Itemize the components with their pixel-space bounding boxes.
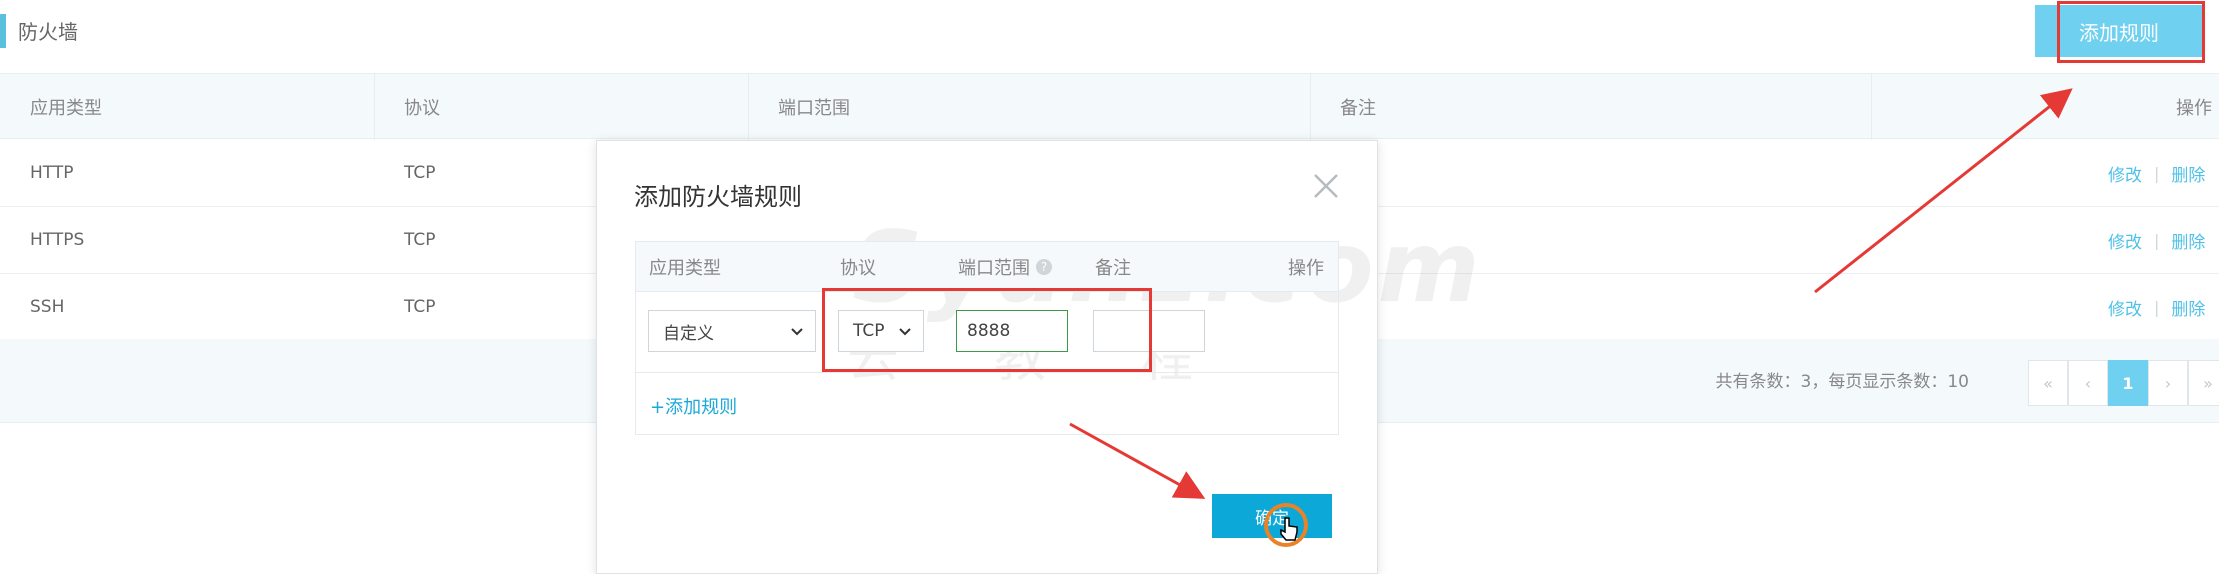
edit-link[interactable]: 修改 xyxy=(2108,228,2142,253)
cell-app-type: HTTPS xyxy=(30,230,85,250)
title-accent-bar xyxy=(0,14,6,48)
column-divider xyxy=(374,74,375,140)
form-header-protocol: 协议 xyxy=(840,258,876,279)
question-icon[interactable]: ? xyxy=(1036,259,1052,275)
delete-link[interactable]: 删除 xyxy=(2171,161,2205,186)
cell-protocol: TCP xyxy=(404,163,436,183)
cell-app-type: SSH xyxy=(30,297,65,317)
delete-link[interactable]: 删除 xyxy=(2171,295,2205,320)
pager-last-button[interactable]: » xyxy=(2188,360,2219,406)
column-header-port-range: 端口范围 xyxy=(778,98,850,119)
pager-next-button[interactable]: › xyxy=(2148,360,2188,406)
pager-first-button[interactable]: « xyxy=(2028,360,2068,406)
column-header-note: 备注 xyxy=(1340,98,1376,119)
pager-prev-button[interactable]: ‹ xyxy=(2068,360,2108,406)
pager-page-1[interactable]: 1 xyxy=(2108,360,2148,406)
confirm-button[interactable]: 确定 xyxy=(1212,494,1332,538)
chevron-down-icon xyxy=(789,323,805,344)
column-divider xyxy=(748,74,749,140)
annotation-box-form-fields xyxy=(822,288,1152,372)
edit-link[interactable]: 修改 xyxy=(2108,161,2142,186)
cell-app-type: HTTP xyxy=(30,163,74,183)
action-separator: | xyxy=(2154,230,2160,250)
form-header-actions: 操作 xyxy=(1288,258,1324,279)
table-header: 应用类型 协议 端口范围 备注 操作 xyxy=(0,73,2219,140)
cell-protocol: TCP xyxy=(404,297,436,317)
delete-link[interactable]: 删除 xyxy=(2171,228,2205,253)
form-header-app-type: 应用类型 xyxy=(649,258,721,279)
app-type-select[interactable]: 自定义 xyxy=(648,310,816,352)
add-rule-link[interactable]: +添加规则 xyxy=(650,393,737,419)
form-header-note: 备注 xyxy=(1095,258,1131,279)
action-separator: | xyxy=(2154,297,2160,317)
pagination-info: 共有条数：3，每页显示条数：10 xyxy=(1715,372,1969,392)
page-title: 防火墙 xyxy=(18,20,78,44)
column-header-actions: 操作 xyxy=(2176,98,2212,119)
form-header-port-range: 端口范围 xyxy=(958,258,1030,279)
close-icon[interactable] xyxy=(1309,169,1343,203)
annotation-box-add-rule xyxy=(2057,1,2205,63)
dialog-title: 添加防火墙规则 xyxy=(634,183,802,211)
edit-link[interactable]: 修改 xyxy=(2108,295,2142,320)
app-type-value: 自定义 xyxy=(663,323,714,344)
column-divider xyxy=(1871,74,1872,140)
column-header-protocol: 协议 xyxy=(404,98,440,119)
cell-protocol: TCP xyxy=(404,230,436,250)
column-divider xyxy=(1310,74,1311,140)
rule-form-header: 应用类型 协议 端口范围 ? 备注 操作 xyxy=(636,242,1338,292)
action-separator: | xyxy=(2154,163,2160,183)
column-header-app-type: 应用类型 xyxy=(30,98,102,119)
